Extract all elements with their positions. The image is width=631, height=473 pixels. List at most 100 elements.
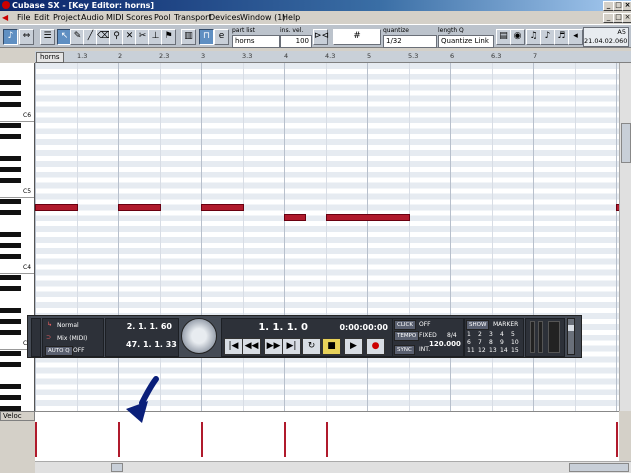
play-icon[interactable]: ▶ bbox=[344, 338, 363, 355]
black-key[interactable] bbox=[0, 178, 21, 183]
black-key[interactable] bbox=[0, 254, 21, 259]
velocity-bar[interactable] bbox=[616, 422, 618, 457]
marker-button[interactable]: 7 bbox=[478, 339, 482, 346]
black-key[interactable] bbox=[0, 384, 21, 389]
velocity-bar[interactable] bbox=[325, 422, 328, 457]
length-field[interactable]: length Q Quantize Link bbox=[438, 27, 494, 48]
velocity-bar[interactable] bbox=[284, 422, 286, 457]
snap-icon[interactable]: ⊓ bbox=[199, 29, 214, 45]
autoscroll-icon[interactable]: ⇔ bbox=[19, 29, 34, 45]
position-time[interactable]: 0:00:00:00 bbox=[330, 321, 388, 335]
marker-button[interactable]: 13 bbox=[489, 347, 497, 354]
info-line-icon[interactable]: ☰ bbox=[40, 29, 55, 45]
transport-grip[interactable] bbox=[31, 318, 41, 357]
menu-audio[interactable]: Audio bbox=[81, 11, 104, 24]
velocity-lane-label[interactable]: Veloc bbox=[0, 411, 35, 421]
marker-button[interactable]: 12 bbox=[478, 347, 486, 354]
marker-button[interactable]: 6 bbox=[467, 339, 471, 346]
marker-button[interactable]: 10 bbox=[511, 339, 519, 346]
black-key[interactable] bbox=[0, 286, 21, 291]
go-to-end-icon[interactable]: ▶| bbox=[282, 338, 301, 355]
black-key[interactable] bbox=[0, 134, 21, 139]
record-icon[interactable]: ● bbox=[366, 338, 385, 355]
menu-devices[interactable]: Devices bbox=[209, 11, 241, 24]
marker-button[interactable]: 15 bbox=[511, 347, 519, 354]
midi-note[interactable] bbox=[35, 204, 78, 211]
right-locator[interactable]: 47. 1. 1. 33 bbox=[126, 340, 177, 350]
black-key[interactable] bbox=[0, 319, 21, 324]
part-list-select[interactable]: horns bbox=[232, 35, 280, 48]
cycle-record-icon[interactable]: ⊃ bbox=[46, 334, 51, 341]
marker-button[interactable]: 2 bbox=[478, 331, 482, 338]
black-key[interactable] bbox=[0, 232, 21, 237]
tempo-label[interactable]: TEMPO bbox=[394, 331, 420, 341]
black-key[interactable] bbox=[0, 167, 21, 172]
black-key[interactable] bbox=[0, 80, 21, 85]
menu-pool[interactable]: Pool bbox=[154, 11, 171, 24]
stop-icon[interactable]: ■ bbox=[322, 338, 341, 355]
menu-midi[interactable]: MIDI bbox=[106, 11, 124, 24]
tempo-value[interactable]: 120.000 bbox=[429, 340, 461, 348]
black-key[interactable] bbox=[0, 156, 21, 161]
vertical-scrollbar[interactable] bbox=[619, 63, 631, 411]
quantize-select[interactable]: 1/32 bbox=[383, 35, 437, 48]
horizontal-zoom-slider[interactable] bbox=[569, 463, 629, 472]
step-input-icon[interactable]: ▥ bbox=[181, 29, 196, 45]
doc-close-icon[interactable]: × bbox=[622, 13, 631, 23]
black-key[interactable] bbox=[0, 308, 21, 313]
horizontal-scrollbar[interactable] bbox=[35, 461, 631, 473]
black-key[interactable] bbox=[0, 210, 21, 215]
velocity-bar[interactable] bbox=[201, 422, 203, 457]
black-key[interactable] bbox=[0, 102, 21, 107]
menu-project[interactable]: Project bbox=[53, 11, 80, 24]
menu-scores[interactable]: Scores bbox=[126, 11, 153, 24]
fast-forward-icon[interactable]: ▶▶ bbox=[264, 338, 283, 355]
menu-window[interactable]: Window (1) bbox=[240, 11, 285, 24]
marker-button[interactable]: 11 bbox=[467, 347, 475, 354]
edit-active-part-icon[interactable]: e bbox=[214, 29, 229, 45]
midi-note[interactable] bbox=[284, 214, 306, 221]
marker-button[interactable]: 14 bbox=[500, 347, 508, 354]
auto-q-label[interactable]: AUTO Q bbox=[45, 346, 73, 356]
black-key[interactable] bbox=[0, 395, 21, 400]
timeline-ruler[interactable]: horns 1.3 2 2.3 3 3.3 4 4.3 5 5.3 6 6.3 … bbox=[35, 51, 631, 63]
ins-vel-field[interactable]: ins. vel. 100 bbox=[280, 27, 312, 48]
go-to-start-icon[interactable]: |◀ bbox=[224, 338, 243, 355]
marker-button[interactable]: 9 bbox=[500, 339, 504, 346]
mode-normal[interactable]: Normal bbox=[57, 322, 79, 329]
black-key[interactable] bbox=[0, 123, 21, 128]
quantize-grid-icon[interactable]: # bbox=[333, 29, 381, 45]
velocity-bar[interactable] bbox=[118, 422, 120, 457]
menu-help[interactable]: Help bbox=[282, 11, 300, 24]
horizontal-scroll-thumb[interactable] bbox=[111, 463, 123, 472]
black-key[interactable] bbox=[0, 91, 21, 96]
select-color-icon[interactable]: ⚑ bbox=[161, 29, 176, 45]
master-fader-handle[interactable] bbox=[568, 325, 574, 331]
master-fader[interactable] bbox=[567, 318, 575, 355]
mode-mix[interactable]: Mix (MIDI) bbox=[57, 335, 87, 342]
marker-button[interactable]: 4 bbox=[500, 331, 504, 338]
velocity-icon[interactable]: ♪ bbox=[540, 29, 555, 45]
black-key[interactable] bbox=[0, 351, 21, 356]
show-controller-icon[interactable]: ⊳⊲ bbox=[313, 29, 329, 45]
vertical-scroll-thumb[interactable] bbox=[621, 123, 631, 163]
rewind-icon[interactable]: ◀◀ bbox=[242, 338, 261, 355]
ins-vel-input[interactable]: 100 bbox=[280, 35, 312, 48]
marker-button[interactable]: 8 bbox=[489, 339, 493, 346]
insert-icon[interactable]: ♫ bbox=[526, 29, 541, 45]
transpose-icon[interactable]: ♬ bbox=[554, 29, 569, 45]
show-marker-button[interactable]: SHOW bbox=[466, 320, 490, 330]
click-label[interactable]: CLICK bbox=[394, 320, 416, 330]
linear-record-icon[interactable]: ↳ bbox=[47, 321, 52, 328]
left-locator[interactable]: 2. 1. 1. 60 bbox=[126, 322, 172, 332]
velocity-bar[interactable] bbox=[35, 422, 37, 457]
note-grid[interactable] bbox=[35, 63, 619, 411]
midi-note[interactable] bbox=[325, 214, 410, 221]
menu-edit[interactable]: Edit bbox=[34, 11, 50, 24]
color-palette-icon[interactable]: ▤ bbox=[496, 29, 511, 45]
cubase-app-icon[interactable] bbox=[2, 1, 10, 9]
midi-note[interactable] bbox=[201, 204, 244, 211]
record-mode-icon[interactable]: ◉ bbox=[510, 29, 525, 45]
black-key[interactable] bbox=[0, 362, 21, 367]
black-key[interactable] bbox=[0, 275, 21, 280]
